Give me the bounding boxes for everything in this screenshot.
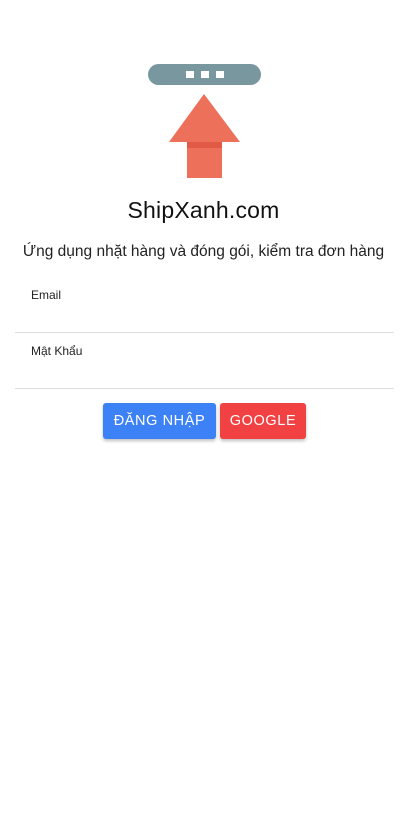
email-field[interactable]: Email (15, 286, 394, 333)
google-login-button[interactable]: GOOGLE (220, 403, 306, 439)
app-tagline: Ứng dụng nhặt hàng và đóng gói, kiểm tra… (22, 243, 385, 260)
logo-dot (216, 71, 224, 78)
password-label: Mật Khẩu (31, 344, 83, 358)
logo-dots-bar (148, 64, 261, 85)
email-label: Email (31, 288, 62, 302)
login-button[interactable]: ĐĂNG NHẬP (103, 403, 216, 439)
logo-dot (186, 71, 194, 78)
up-arrow-logo-icon (169, 94, 240, 178)
email-input[interactable] (31, 306, 381, 328)
password-field[interactable]: Mật Khẩu (15, 342, 394, 389)
logo-dot (201, 71, 209, 78)
password-input[interactable] (31, 362, 381, 384)
brand-title: ShipXanh.com (127, 197, 280, 223)
app-logo (0, 0, 407, 190)
